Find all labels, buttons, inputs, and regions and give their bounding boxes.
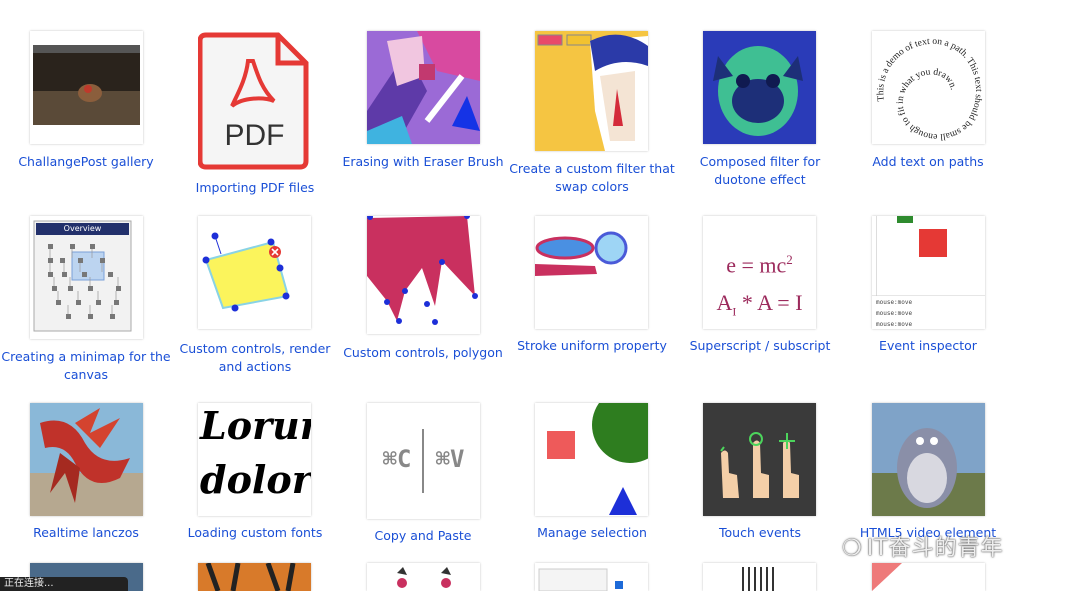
- wechat-icon: ❍: [842, 536, 863, 561]
- touch-caption[interactable]: Touch events: [675, 524, 845, 542]
- swap-filter-caption[interactable]: Create a custom filter that swap colors: [507, 160, 677, 196]
- pdf-thumbnail[interactable]: PDF: [198, 31, 311, 171]
- copy-key-label: ⌘C: [382, 445, 412, 473]
- stripes-image: [742, 567, 774, 591]
- paste-key-label: ⌘V: [435, 445, 465, 473]
- fonts-thumbnail[interactable]: Lorum dolor s: [198, 403, 311, 516]
- anime-eraser-thumbnail[interactable]: [367, 31, 480, 144]
- minimap-overview-label: Overview: [63, 224, 102, 233]
- partial-thumbnail-2[interactable]: [198, 563, 311, 591]
- gallery-screenshot-icon: [30, 31, 143, 144]
- event-log-line-3: mouse:move: [876, 321, 913, 328]
- pdf-caption[interactable]: Importing PDF files: [170, 179, 340, 197]
- pug-duotone-thumbnail[interactable]: [703, 31, 816, 144]
- formula-2: AI * A = I: [703, 290, 816, 319]
- stroke-uniform-thumbnail[interactable]: [535, 216, 648, 329]
- tiger-image: [198, 563, 311, 591]
- event-log-line-1: mouse:move: [876, 299, 913, 306]
- gallery-caption[interactable]: ChallangePost gallery: [1, 153, 171, 171]
- formula-2-a: A: [716, 290, 733, 315]
- polygon-thumbnail[interactable]: [367, 216, 480, 334]
- anime-eraser-image: [367, 31, 480, 144]
- formula-1-superscript: 2: [786, 252, 793, 267]
- status-bar: 正在连接...: [0, 577, 128, 591]
- text-path-caption[interactable]: Add text on paths: [843, 153, 1013, 171]
- formula-1: e = mc2: [703, 252, 816, 278]
- pug-duotone-image: [703, 31, 816, 144]
- custom-controls-caption[interactable]: Custom controls, render and actions: [170, 340, 340, 376]
- copy-paste-divider: [422, 429, 424, 493]
- selection-thumbnail[interactable]: [535, 403, 648, 516]
- anime-filter-image: [535, 31, 648, 151]
- partial-thumbnail-3[interactable]: [367, 563, 480, 591]
- touch-thumbnail[interactable]: [703, 403, 816, 516]
- video-thumbnail[interactable]: [872, 403, 985, 516]
- spiral-text-image: This is a demo of text on a path. This t…: [876, 37, 983, 142]
- stroke-uniform-caption[interactable]: Stroke uniform property: [507, 337, 677, 355]
- birds-image: [397, 567, 451, 588]
- event-inspector-caption[interactable]: Event inspector: [843, 337, 1013, 355]
- custom-controls-thumbnail[interactable]: [198, 216, 311, 329]
- stroke-uniform-image: [535, 231, 628, 276]
- duotone-caption[interactable]: Composed filter for duotone effect: [675, 153, 845, 189]
- checkbox-panel-image: [538, 568, 623, 591]
- polygon-caption[interactable]: Custom controls, polygon: [338, 344, 508, 362]
- selection-caption[interactable]: Manage selection: [507, 524, 677, 542]
- event-inspector-canvas: [872, 216, 985, 297]
- minimap-caption[interactable]: Creating a minimap for the canvas: [1, 348, 171, 384]
- superscript-thumbnail[interactable]: e = mc2 AI * A = I: [703, 216, 816, 329]
- partial-thumbnail-5[interactable]: [703, 563, 816, 591]
- custom-controls-image: [202, 232, 290, 312]
- text-path-thumbnail[interactable]: This is a demo of text on a path. This t…: [872, 31, 985, 144]
- dragon-image: [30, 403, 143, 516]
- video-image: [872, 403, 985, 516]
- event-inspector-thumbnail[interactable]: mouse:move mouse:move mouse:move: [872, 216, 985, 329]
- watermark-text: IT奋斗的青年: [866, 536, 1004, 561]
- minimap-thumbnail[interactable]: Overview: [30, 216, 143, 339]
- superscript-caption[interactable]: Superscript / subscript: [675, 337, 845, 355]
- lanczos-caption[interactable]: Realtime lanczos: [1, 524, 171, 542]
- touch-image: [703, 403, 816, 516]
- partial-thumbnail-6[interactable]: [872, 563, 985, 591]
- formula-2-b: * A = I: [736, 290, 803, 315]
- polygon-image: [367, 216, 478, 325]
- copy-paste-thumbnail[interactable]: ⌘C ⌘V: [367, 403, 480, 519]
- path-text: This is a demo of text on a path. This t…: [876, 37, 983, 142]
- copy-paste-caption[interactable]: Copy and Paste: [338, 527, 508, 545]
- watermark: ❍ IT奋斗的青年: [842, 530, 1004, 562]
- fonts-caption[interactable]: Loading custom fonts: [170, 524, 340, 542]
- eraser-caption[interactable]: Erasing with Eraser Brush: [338, 153, 508, 171]
- formula-1-text: e = mc: [726, 252, 787, 278]
- pdf-label: PDF: [224, 119, 285, 152]
- event-log-line-2: mouse:move: [876, 310, 913, 317]
- shape-image: [872, 563, 902, 591]
- svg-text:This is a demo of text on a pa: This is a demo of text on a path. This t…: [876, 37, 983, 142]
- dragon-thumbnail[interactable]: [30, 403, 143, 516]
- selection-image: [547, 403, 648, 515]
- partial-thumbnail-4[interactable]: [535, 563, 648, 591]
- gallery-thumbnail[interactable]: [30, 31, 143, 144]
- font-sample-line-1: Lorum: [200, 403, 311, 448]
- anime-filter-thumbnail[interactable]: [535, 31, 648, 151]
- font-sample-line-2: dolor s: [200, 457, 311, 502]
